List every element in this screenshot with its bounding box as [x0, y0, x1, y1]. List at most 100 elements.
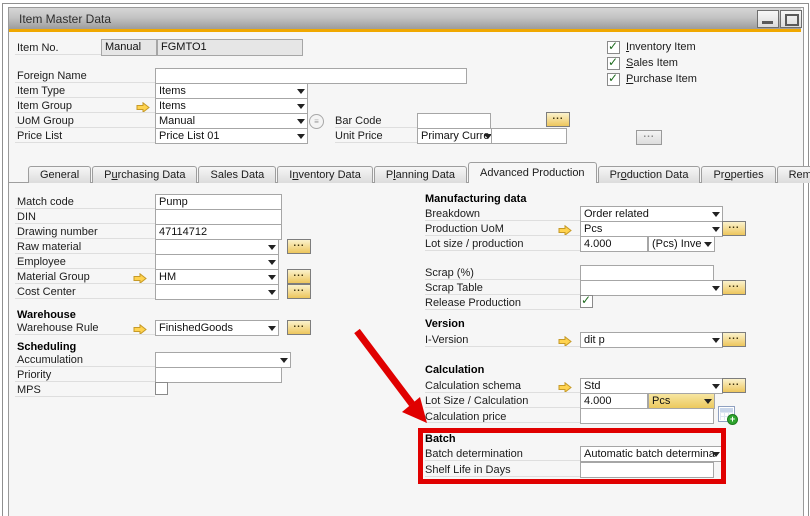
tab-purchasing-data[interactable]: Purchasing Data	[92, 166, 197, 183]
accent-line	[9, 29, 801, 32]
item-no-type-box[interactable]: Manual	[101, 39, 157, 56]
unit-price-input[interactable]	[491, 128, 567, 144]
sales-item-checkbox[interactable]: ✓	[607, 57, 620, 70]
i-version-browse-button[interactable]: ...	[722, 332, 746, 347]
calculation-schema-browse-button[interactable]: ...	[722, 378, 746, 393]
row-separator	[15, 268, 155, 269]
purchase-item-checkbox[interactable]: ✓	[607, 73, 620, 86]
production-uom-dropdown[interactable]: Pcs	[580, 221, 723, 237]
row-separator	[425, 309, 580, 310]
accumulation-dropdown[interactable]	[155, 352, 291, 368]
item-no-code-box[interactable]: FGMTO1	[157, 39, 303, 56]
price-list-dropdown[interactable]: Price List 01	[155, 128, 308, 144]
version-section-header: Version	[425, 317, 465, 331]
link-arrow-icon[interactable]	[133, 322, 147, 333]
lot-size-calculation-input[interactable]: 4.000	[580, 393, 648, 409]
shelf-life-input[interactable]	[580, 462, 714, 478]
row-separator	[425, 460, 580, 461]
row-separator	[425, 346, 580, 347]
mps-checkbox[interactable]: ✓	[155, 382, 168, 395]
uom-list-icon[interactable]: ≡	[309, 114, 324, 129]
release-production-checkbox[interactable]: ✓	[580, 295, 593, 308]
row-separator	[15, 142, 155, 143]
i-version-dropdown[interactable]: dit p	[580, 332, 723, 348]
cost-center-dropdown[interactable]	[155, 284, 279, 300]
tab-production-data[interactable]: Production Data	[598, 166, 701, 183]
link-arrow-icon[interactable]	[558, 380, 572, 391]
row-separator	[15, 82, 155, 83]
material-group-browse-button[interactable]: ...	[287, 269, 311, 284]
bar-code-input[interactable]	[417, 113, 491, 129]
raw-material-dropdown[interactable]	[155, 239, 279, 255]
row-separator	[425, 279, 580, 280]
link-arrow-icon[interactable]	[133, 271, 147, 282]
foreign-name-input[interactable]	[155, 68, 467, 84]
chevron-down-icon	[268, 275, 276, 280]
cost-center-browse-button[interactable]: ...	[287, 284, 311, 299]
title-bar[interactable]: Item Master Data	[9, 8, 801, 29]
production-uom-browse-button[interactable]: ...	[722, 221, 746, 236]
chevron-down-icon	[704, 399, 712, 404]
match-code-input[interactable]: Pump	[155, 194, 282, 210]
uom-group-dropdown[interactable]: Manual	[155, 113, 308, 129]
unit-price-currency-dropdown[interactable]: Primary Curre	[417, 128, 495, 144]
link-arrow-icon[interactable]	[558, 223, 572, 234]
chevron-down-icon	[712, 384, 720, 389]
item-type-dropdown[interactable]: Items	[155, 83, 308, 99]
tab-advanced-production[interactable]: Advanced Production	[468, 162, 597, 183]
tab-general[interactable]: General	[28, 166, 91, 183]
lot-size-production-uom-dropdown[interactable]: (Pcs) Inve	[648, 236, 715, 252]
tab-properties[interactable]: Properties	[701, 166, 775, 183]
lot-size-production-input[interactable]: 4.000	[580, 236, 648, 252]
item-group-dropdown[interactable]: Items	[155, 98, 308, 114]
i-version-label: I-Version	[425, 333, 468, 347]
raw-material-browse-button[interactable]: ...	[287, 239, 311, 254]
item-master-data-window: Item Master Data Item No. Manual FGMTO1 …	[0, 0, 810, 515]
bar-code-browse-button[interactable]: ...	[546, 112, 570, 127]
material-group-dropdown[interactable]: HM	[155, 269, 279, 285]
calculation-price-input[interactable]	[580, 408, 714, 424]
warehouse-rule-label: Warehouse Rule	[17, 321, 99, 335]
tab-sales-data[interactable]: Sales Data	[198, 166, 276, 183]
calculation-schema-label: Calculation schema	[425, 379, 521, 393]
din-input[interactable]	[155, 209, 282, 225]
tab-bar: GeneralPurchasing DataSales DataInventor…	[28, 163, 810, 183]
chevron-down-icon	[712, 212, 720, 217]
inventory-item-checkbox[interactable]: ✓	[607, 41, 620, 54]
tab-inventory-data[interactable]: Inventory Data	[277, 166, 373, 183]
row-separator	[15, 366, 155, 367]
minimize-button[interactable]	[757, 10, 779, 28]
row-separator	[15, 238, 155, 239]
check-icon: ✓	[608, 71, 618, 85]
employee-dropdown[interactable]	[155, 254, 279, 270]
row-separator	[425, 250, 580, 251]
row-separator	[15, 208, 155, 209]
tab-remarks[interactable]: Remarks	[777, 166, 810, 183]
chevron-down-icon	[268, 326, 276, 331]
unit-price-browse-button[interactable]: ...	[636, 130, 662, 145]
chevron-down-icon	[280, 358, 288, 363]
calculator-icon[interactable]: +	[718, 406, 735, 422]
batch-determination-dropdown[interactable]: Automatic batch determina	[580, 446, 723, 462]
link-arrow-icon[interactable]	[136, 100, 150, 111]
warehouse-rule-dropdown[interactable]: FinishedGoods	[155, 320, 279, 336]
priority-input[interactable]	[155, 367, 282, 383]
tab-planning-data[interactable]: Planning Data	[374, 166, 467, 183]
scrap-table-dropdown[interactable]	[580, 280, 723, 296]
scrap-table-browse-button[interactable]: ...	[722, 280, 746, 295]
unit-price-label: Unit Price	[335, 129, 383, 143]
drawing-number-input[interactable]: 47114712	[155, 224, 282, 240]
calculation-schema-dropdown[interactable]: Std	[580, 378, 723, 394]
maximize-button[interactable]	[780, 10, 802, 28]
lot-size-calculation-uom-dropdown[interactable]: Pcs	[648, 393, 715, 409]
batch-section-header: Batch	[425, 432, 456, 446]
scrap-pct-input[interactable]	[580, 265, 714, 281]
scheduling-section-header: Scheduling	[17, 340, 76, 354]
row-separator	[15, 223, 155, 224]
row-separator	[425, 476, 580, 477]
link-arrow-icon[interactable]	[558, 334, 572, 345]
scrap-pct-label: Scrap (%)	[425, 266, 474, 280]
warehouse-rule-browse-button[interactable]: ...	[287, 320, 311, 335]
breakdown-dropdown[interactable]: Order related	[580, 206, 723, 222]
chevron-down-icon	[297, 89, 305, 94]
